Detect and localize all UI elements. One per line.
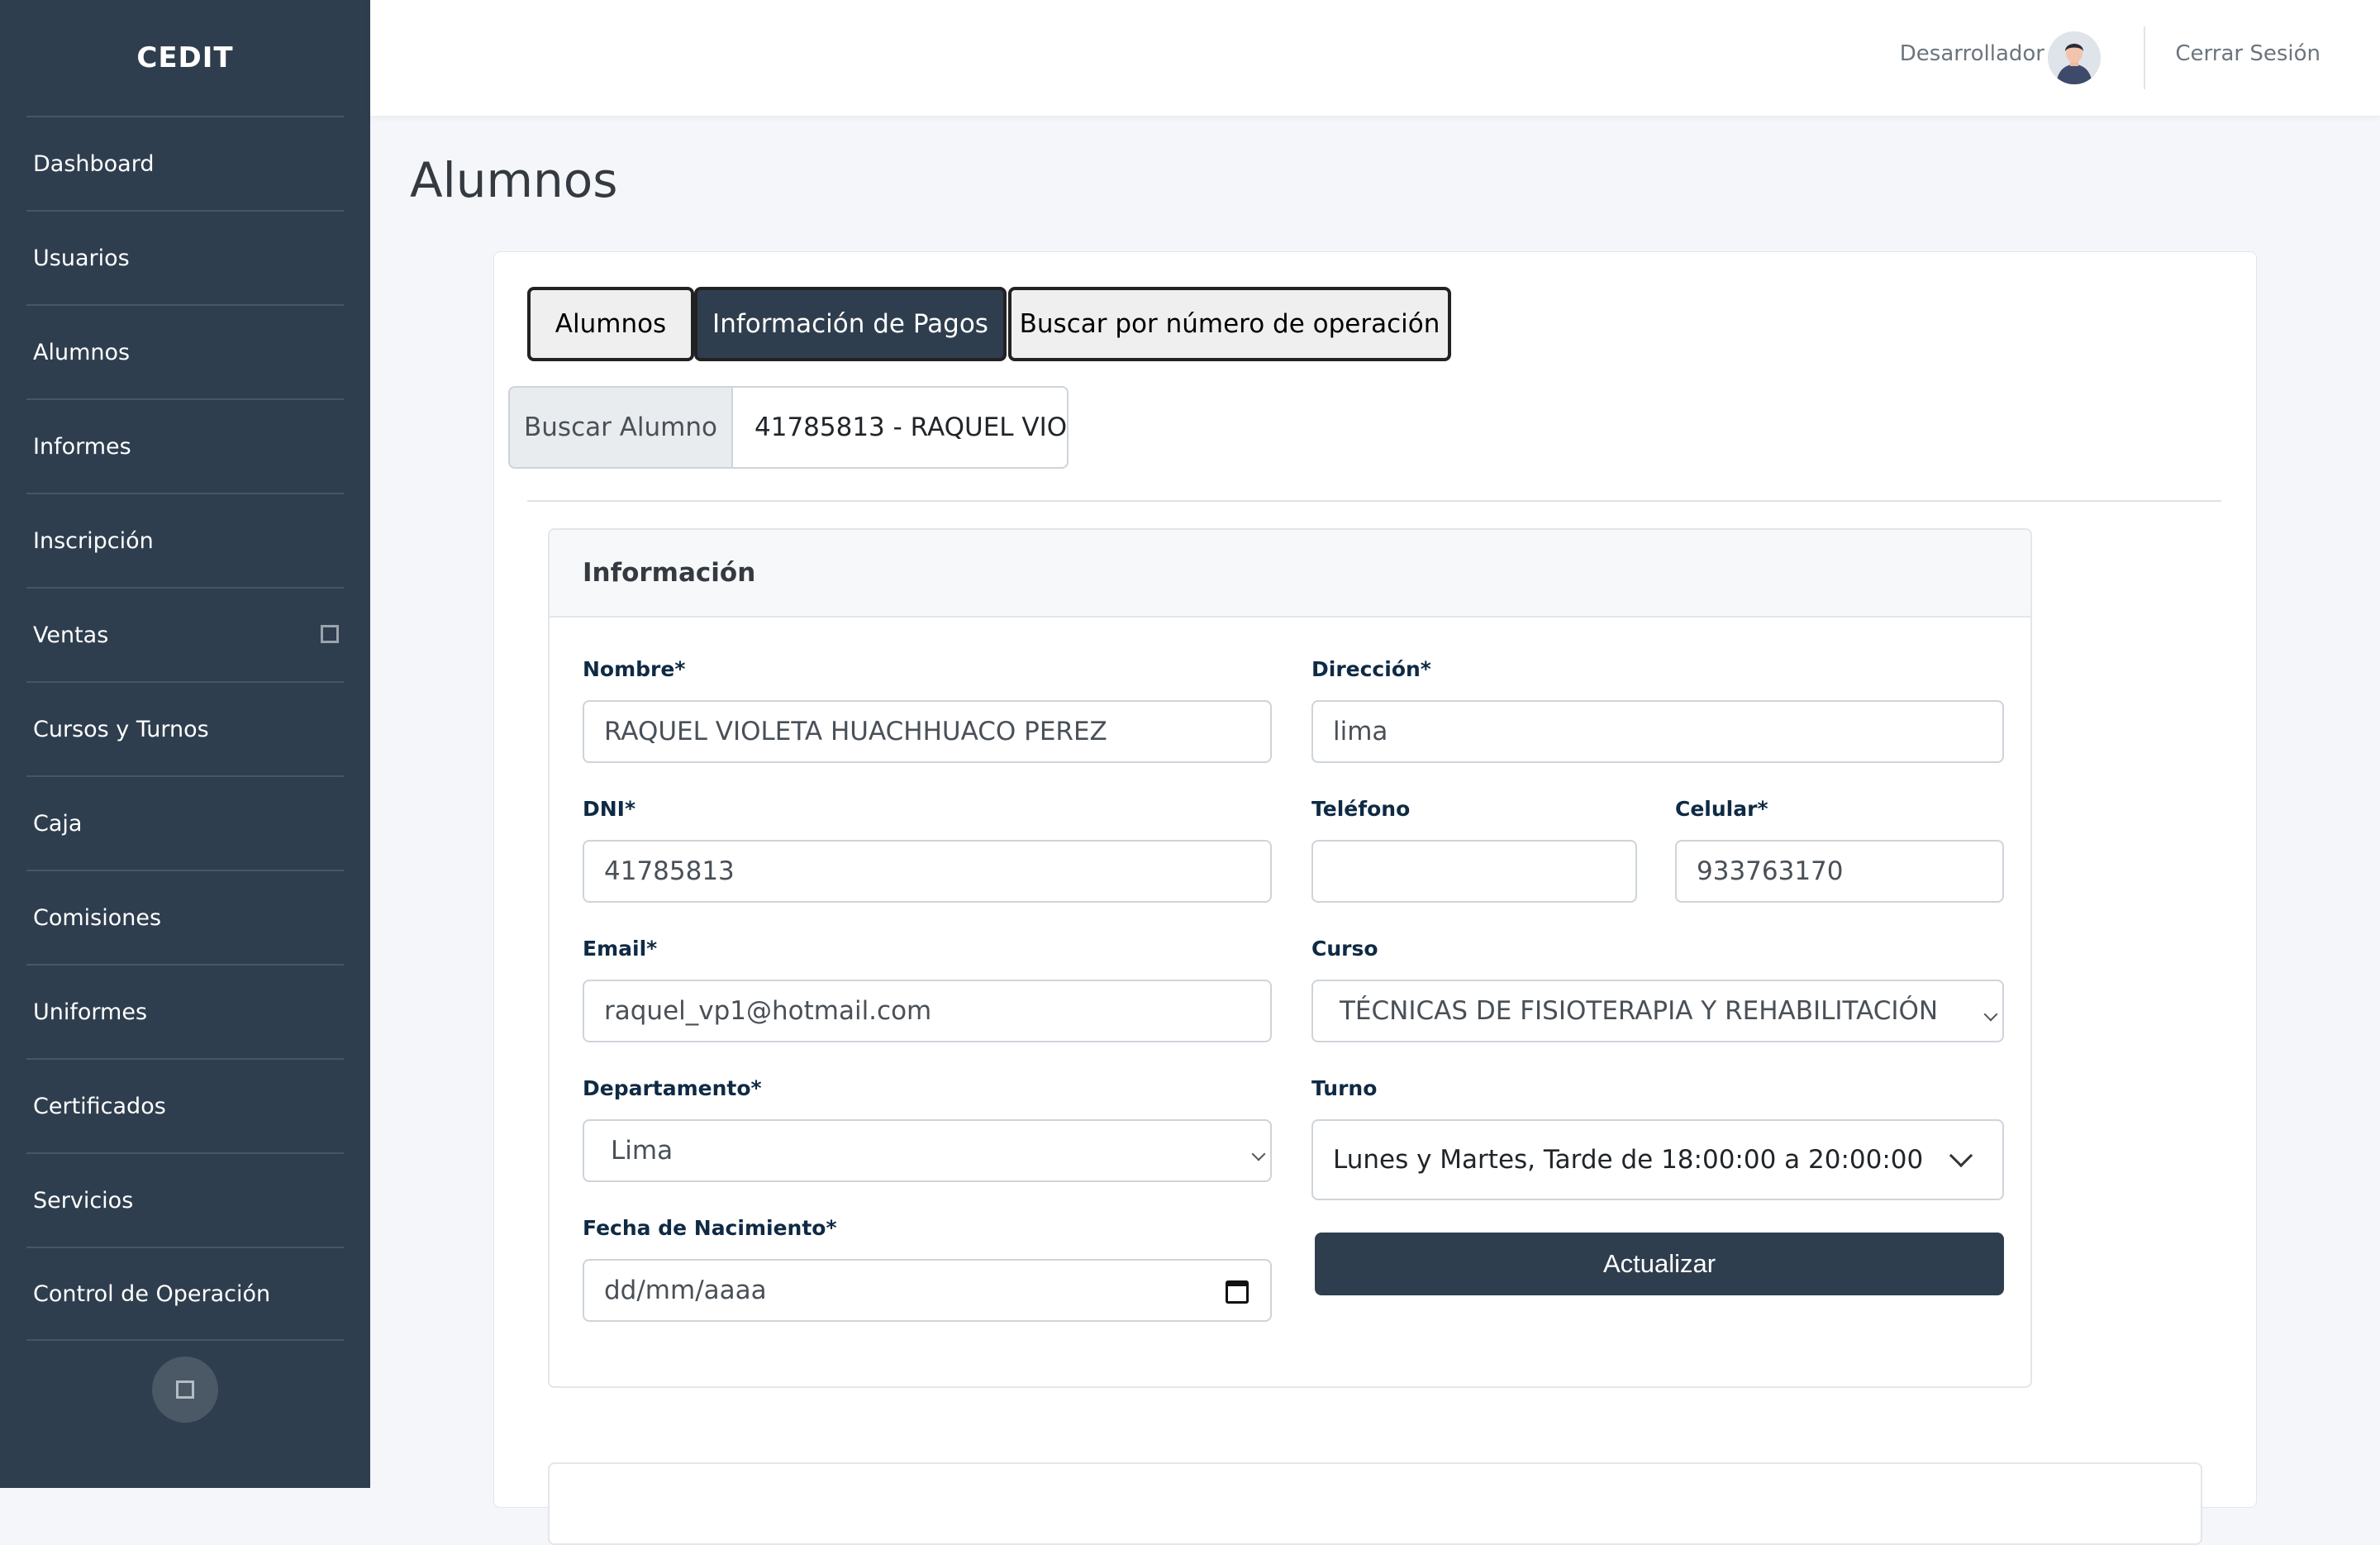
- tab-informacion-pagos[interactable]: Información de Pagos: [694, 287, 1007, 361]
- sidebar-item-control-operacion[interactable]: Control de Operación: [26, 1247, 344, 1341]
- page-title: Alumnos: [410, 152, 618, 208]
- sidebar-item-cursos-turnos[interactable]: Cursos y Turnos: [26, 681, 344, 775]
- sidebar-item-usuarios[interactable]: Usuarios: [26, 210, 344, 304]
- sidebar: CEDIT Dashboard Usuarios Alumnos Informe…: [0, 0, 370, 1488]
- user-name: Desarrollador: [1899, 41, 2044, 66]
- sidebar-item-informes[interactable]: Informes: [26, 398, 344, 493]
- departamento-label: Departamento*: [583, 1076, 762, 1100]
- student-search-input[interactable]: 41785813 - RAQUEL VIOLETA HUACHHUACO PER…: [733, 386, 1069, 469]
- avatar[interactable]: [2048, 31, 2101, 84]
- sidebar-item-label: Ventas: [33, 622, 109, 648]
- sidebar-item-comisiones[interactable]: Comisiones: [26, 870, 344, 964]
- curso-value: TÉCNICAS DE FISIOTERAPIA Y REHABILITACIÓ…: [1340, 996, 1939, 1026]
- brand-logo: CEDIT: [136, 41, 234, 74]
- sidebar-item-uniformes[interactable]: Uniformes: [26, 964, 344, 1058]
- sidebar-nav: Dashboard Usuarios Alumnos Informes Insc…: [0, 116, 370, 1341]
- logout-link[interactable]: Cerrar Sesión: [2175, 41, 2320, 66]
- direccion-field[interactable]: lima: [1311, 700, 2004, 763]
- sidebar-item-caja[interactable]: Caja: [26, 775, 344, 870]
- sidebar-toggle-button[interactable]: [152, 1357, 218, 1423]
- email-label: Email*: [583, 937, 658, 961]
- expand-square-icon: [321, 625, 339, 643]
- divider: [527, 500, 2221, 502]
- info-card-title: Información: [550, 530, 2030, 618]
- calendar-icon[interactable]: [1226, 1280, 1249, 1304]
- celular-label: Celular*: [1675, 797, 1768, 821]
- curso-label: Curso: [1311, 937, 1378, 961]
- turno-value: Lunes y Martes, Tarde de 18:00:00 a 20:0…: [1333, 1145, 1924, 1175]
- sidebar-item-inscripcion[interactable]: Inscripción: [26, 493, 344, 587]
- student-search-group: Buscar Alumno 41785813 - RAQUEL VIOLETA …: [508, 386, 1069, 469]
- departamento-value: Lima: [611, 1136, 674, 1166]
- divider: [2144, 26, 2145, 89]
- celular-field[interactable]: 933763170: [1675, 840, 2004, 903]
- chevron-down-icon: [1983, 1007, 1998, 1022]
- nombre-label: Nombre*: [583, 657, 686, 681]
- user-avatar-icon: [2048, 31, 2101, 84]
- info-card: Información Nombre* RAQUEL VIOLETA HUACH…: [548, 528, 2032, 1388]
- sidebar-item-servicios[interactable]: Servicios: [26, 1152, 344, 1247]
- search-label: Buscar Alumno: [508, 386, 733, 469]
- email-field[interactable]: raquel_vp1@hotmail.com: [583, 980, 1272, 1042]
- sidebar-item-ventas[interactable]: Ventas: [26, 587, 344, 681]
- update-button[interactable]: Actualizar: [1315, 1233, 2004, 1295]
- secondary-card: [548, 1462, 2202, 1545]
- date-placeholder: dd/mm/aaaa: [604, 1276, 767, 1305]
- turno-select[interactable]: Lunes y Martes, Tarde de 18:00:00 a 20:0…: [1311, 1119, 2004, 1200]
- telefono-field[interactable]: [1311, 840, 1637, 903]
- fecha-nacimiento-input[interactable]: dd/mm/aaaa: [583, 1259, 1272, 1322]
- sidebar-item-alumnos[interactable]: Alumnos: [26, 304, 344, 398]
- tab-buscar-operacion[interactable]: Buscar por número de operación: [1008, 287, 1451, 361]
- main-card: Alumnos Información de Pagos Buscar por …: [493, 251, 2257, 1545]
- dni-field[interactable]: 41785813: [583, 840, 1272, 903]
- tab-alumnos[interactable]: Alumnos: [527, 287, 694, 361]
- departamento-select[interactable]: Lima: [583, 1119, 1272, 1182]
- fecha-label: Fecha de Nacimiento*: [583, 1216, 837, 1240]
- curso-select[interactable]: TÉCNICAS DE FISIOTERAPIA Y REHABILITACIÓ…: [1311, 980, 2004, 1042]
- turno-label: Turno: [1311, 1076, 1378, 1100]
- direccion-label: Dirección*: [1311, 657, 1431, 681]
- telefono-label: Teléfono: [1311, 797, 1411, 821]
- chevron-down-icon: [1949, 1143, 1973, 1168]
- sidebar-item-dashboard[interactable]: Dashboard: [26, 116, 344, 210]
- dni-label: DNI*: [583, 797, 636, 821]
- square-icon: [176, 1380, 194, 1399]
- sidebar-item-certificados[interactable]: Certificados: [26, 1058, 344, 1152]
- chevron-down-icon: [1251, 1147, 1266, 1161]
- topbar: Desarrollador Cerrar Sesión: [370, 0, 2380, 116]
- nombre-field[interactable]: RAQUEL VIOLETA HUACHHUACO PEREZ: [583, 700, 1272, 763]
